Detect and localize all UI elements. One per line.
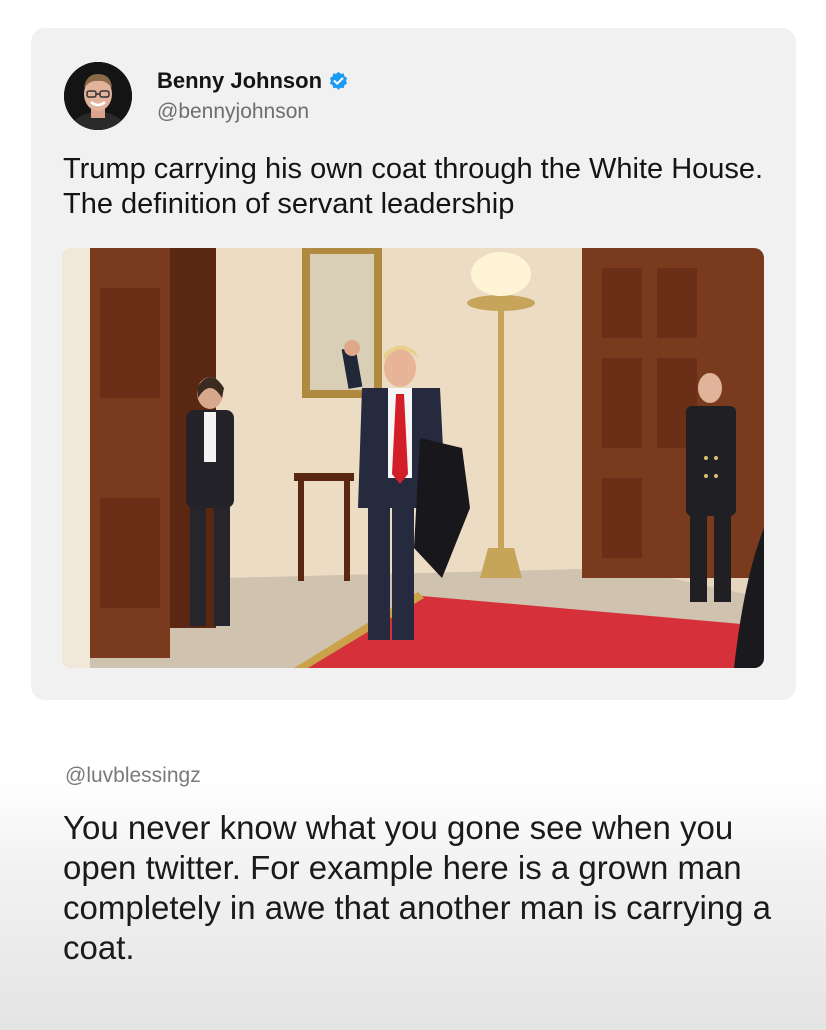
verified-badge-icon	[328, 71, 349, 92]
quoted-tweet-card[interactable]: Benny Johnson @bennyjohnson Trump carryi…	[31, 28, 796, 700]
author-name[interactable]: Benny Johnson	[157, 68, 322, 94]
reply-text: You never know what you gone see when yo…	[63, 809, 772, 966]
tweet-text: Trump carrying his own coat through the …	[63, 153, 764, 220]
author-avatar[interactable]	[64, 62, 132, 130]
reply-handle[interactable]: @luvblessingz	[65, 764, 201, 788]
author-handle[interactable]: @bennyjohnson	[157, 100, 309, 124]
tweet-media-photo[interactable]	[62, 248, 764, 668]
